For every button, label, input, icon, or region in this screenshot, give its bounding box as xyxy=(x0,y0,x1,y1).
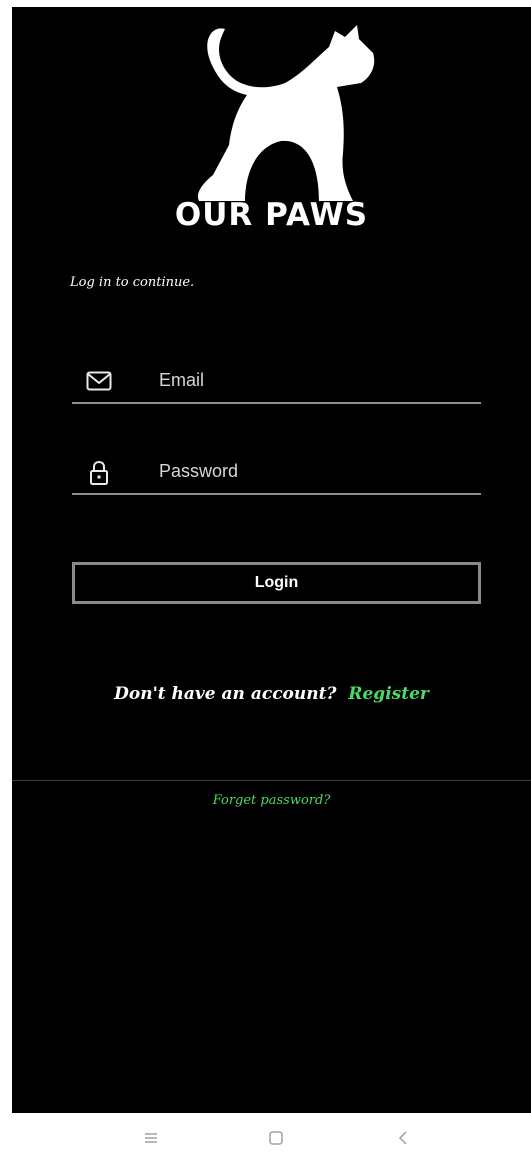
menu-icon xyxy=(145,1133,157,1143)
back-button[interactable] xyxy=(383,1113,423,1167)
cat-logo-icon xyxy=(197,25,375,201)
password-field[interactable] xyxy=(72,447,481,495)
login-screen: OUR PAWS Log in to continue. Login Don't… xyxy=(12,7,531,1113)
login-button[interactable]: Login xyxy=(72,562,481,604)
back-icon xyxy=(398,1131,407,1145)
register-prompt: Don't have an account? Register xyxy=(12,684,531,704)
home-icon xyxy=(269,1131,283,1145)
divider xyxy=(12,780,531,781)
register-link[interactable]: Register xyxy=(348,684,428,704)
email-field[interactable] xyxy=(72,356,481,404)
brand-title: OUR PAWS xyxy=(174,197,369,233)
menu-button[interactable] xyxy=(131,1113,171,1167)
home-button[interactable] xyxy=(256,1113,296,1167)
system-navigation-bar xyxy=(0,1113,531,1167)
email-input[interactable] xyxy=(157,363,471,397)
mail-icon xyxy=(86,371,112,391)
forgot-password-link[interactable]: Forget password? xyxy=(12,793,531,808)
no-account-text: Don't have an account? xyxy=(114,684,337,704)
lock-icon xyxy=(90,461,108,485)
intro-text: Log in to continue. xyxy=(70,275,195,290)
password-input[interactable] xyxy=(157,454,471,488)
